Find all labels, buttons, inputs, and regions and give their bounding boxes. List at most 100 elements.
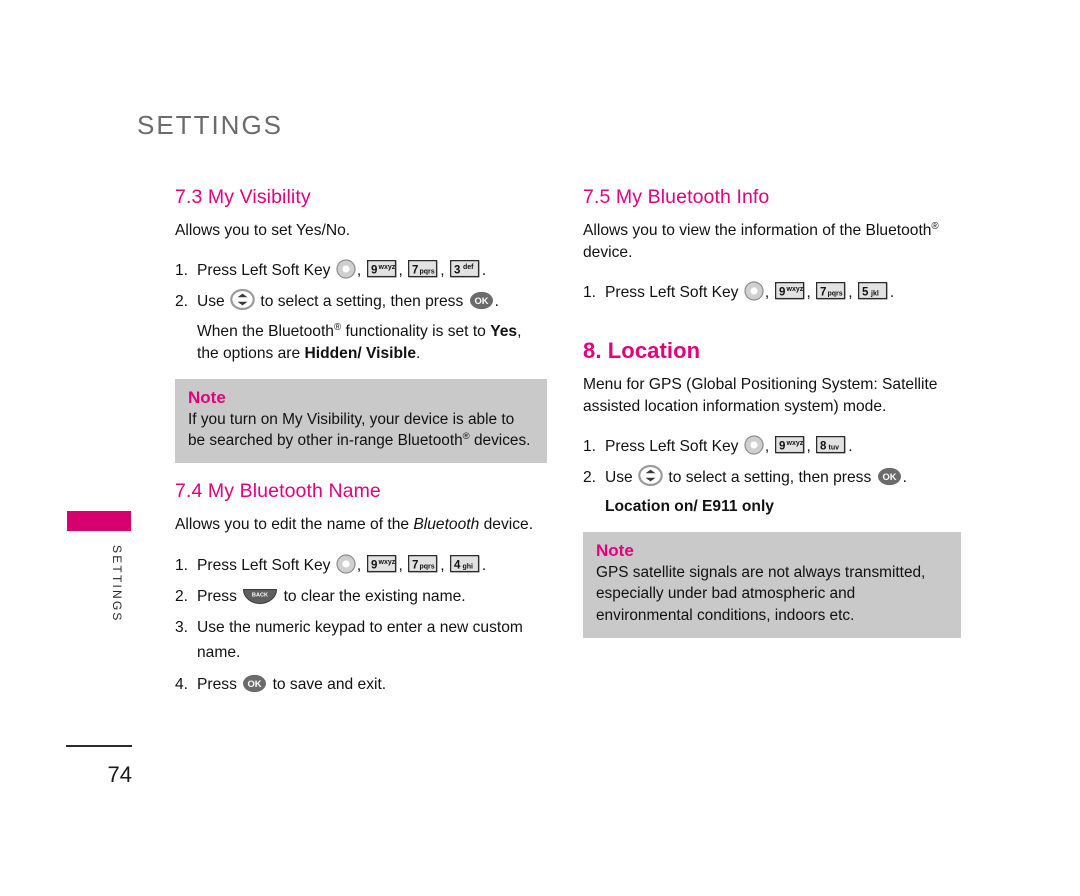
svg-text:9: 9 xyxy=(779,440,785,452)
svg-text:wxyz: wxyz xyxy=(785,286,803,293)
note-box-my-visibility: Note If you turn on My Visibility, your … xyxy=(175,378,547,464)
heading-my-bluetooth-name: 7.4 My Bluetooth Name xyxy=(175,480,381,503)
comma: , xyxy=(398,262,403,280)
svg-text:7: 7 xyxy=(412,559,418,571)
period: . xyxy=(494,293,499,311)
step-text: Press Left Soft Key xyxy=(605,284,739,302)
subnote-a: When the Bluetooth xyxy=(197,322,334,340)
intro-b: device. xyxy=(479,516,534,534)
period: . xyxy=(889,284,895,302)
location-intro: Menu for GPS (Global Positioning System:… xyxy=(583,374,961,418)
value-visible: Visible xyxy=(366,344,417,362)
intro-b: device. xyxy=(583,244,633,262)
side-chapter-label: SETTINGS xyxy=(110,545,124,623)
my-bluetooth-name-step-1: 1. Press Left Soft Key , 9 wxyz , 7 pqrs… xyxy=(175,553,547,578)
step-text-2: to save and exit. xyxy=(272,675,387,693)
step-text: Press xyxy=(197,587,237,605)
location-step-2: 2. Use to select a setting, then press O… xyxy=(583,465,961,490)
svg-text:7: 7 xyxy=(820,287,826,299)
step-text: Press Left Soft Key xyxy=(197,556,331,574)
ok-key-icon: OK xyxy=(469,291,494,310)
svg-text:9: 9 xyxy=(371,559,377,571)
comma: , xyxy=(764,284,770,302)
svg-text:tuv: tuv xyxy=(829,444,840,451)
svg-text:9: 9 xyxy=(371,265,377,277)
my-bluetooth-name-intro: Allows you to edit the name of the Bluet… xyxy=(175,514,547,536)
keypad-key-7-icon: 7 pqrs xyxy=(408,260,439,279)
keypad-key-8-icon: 8 tuv xyxy=(816,435,847,455)
comma: , xyxy=(848,284,853,302)
keypad-key-9-icon: 9 wxyz xyxy=(774,435,806,455)
comma: , xyxy=(440,556,445,574)
keypad-key-5-icon: 5 jkl xyxy=(857,282,889,301)
left-soft-key-icon xyxy=(744,281,764,301)
value-hidden: Hidden xyxy=(304,344,358,362)
note-line-2: especially under bad atmospheric and xyxy=(596,585,856,603)
registered-mark: ® xyxy=(462,431,470,443)
intro-italic: Bluetooth xyxy=(413,516,480,534)
registered-mark: ® xyxy=(931,220,939,232)
svg-text:5: 5 xyxy=(862,287,869,299)
keypad-key-9-icon: 9 wxyz xyxy=(366,554,398,574)
keypad-key-7-icon: 7 pqrs xyxy=(408,554,439,574)
intro-line-2: assisted location information system) mo… xyxy=(583,397,887,415)
back-key-icon: BACK xyxy=(242,587,278,605)
comma: , xyxy=(764,437,770,455)
subnote-c: , xyxy=(517,322,522,340)
heading-my-bluetooth-info: 7.5 My Bluetooth Info xyxy=(583,186,770,208)
svg-text:BACK: BACK xyxy=(252,592,268,598)
step-number: 2. xyxy=(175,587,189,605)
svg-text:wxyz: wxyz xyxy=(377,559,395,566)
step-text-2: to clear the existing name. xyxy=(283,587,466,605)
left-column: 7.3 My Visibility Allows you to set Yes/… xyxy=(175,186,547,703)
manual-page: SETTINGS SETTINGS 74 7.3 My Visibility A… xyxy=(0,0,1080,896)
right-column: 7.5 My Bluetooth Info Allows you to view… xyxy=(583,186,961,638)
period: . xyxy=(902,469,907,487)
note-line-2a: be searched by other in-range Bluetooth xyxy=(188,432,463,450)
comma: , xyxy=(356,262,362,280)
keypad-key-4-icon: 4 ghi xyxy=(449,554,481,574)
intro-a: Allows you to edit the name of the xyxy=(175,516,414,534)
ok-key-icon: OK xyxy=(877,467,902,486)
svg-text:7: 7 xyxy=(412,265,418,277)
subnote-d: the options are xyxy=(197,344,305,362)
comma: , xyxy=(806,437,811,455)
my-bluetooth-name-step-2: 2. Press BACK to clear the existing name… xyxy=(175,584,547,609)
left-soft-key-icon xyxy=(336,553,356,574)
my-visibility-intro: Allows you to set Yes/No. xyxy=(175,222,351,239)
period: . xyxy=(481,262,487,280)
note-title: Note xyxy=(188,387,226,407)
left-soft-key-icon xyxy=(744,435,764,455)
note-line-1: GPS satellite signals are not always tra… xyxy=(596,564,926,582)
period: . xyxy=(481,556,487,574)
note-line-1: If you turn on My Visibility, your devic… xyxy=(188,410,515,428)
step-text-2: name. xyxy=(197,644,241,662)
comma: , xyxy=(440,262,445,280)
navigation-key-icon xyxy=(230,289,255,311)
svg-text:OK: OK xyxy=(882,471,896,482)
note-line-2b: devices. xyxy=(469,432,531,450)
svg-text:wxyz: wxyz xyxy=(785,440,803,447)
location-step-1: 1. Press Left Soft Key , 9 wxyz , 8 tuv … xyxy=(583,434,961,459)
comma: , xyxy=(398,556,403,574)
value-slash: / xyxy=(357,344,367,362)
step-text: Press Left Soft Key xyxy=(197,262,331,280)
my-bluetooth-info-step-1: 1. Press Left Soft Key , 9 wxyz , 7 pqrs… xyxy=(583,280,961,305)
page-title: SETTINGS xyxy=(137,110,284,140)
ok-key-icon: OK xyxy=(242,674,267,693)
step-text-2: to select a setting, then press xyxy=(260,293,464,311)
keypad-key-9-icon: 9 wxyz xyxy=(366,260,398,279)
heading-my-visibility: 7.3 My Visibility xyxy=(175,186,311,208)
keypad-key-7-icon: 7 pqrs xyxy=(816,282,847,301)
step-text: Press Left Soft Key xyxy=(605,437,739,455)
heading-location: 8. Location xyxy=(583,337,701,363)
intro-a: Allows you to view the information of th… xyxy=(583,222,932,239)
note-title: Note xyxy=(596,541,634,561)
svg-text:pqrs: pqrs xyxy=(420,269,435,276)
footer-divider xyxy=(66,745,132,747)
svg-text:ghi: ghi xyxy=(462,563,473,570)
svg-text:jkl: jkl xyxy=(870,291,879,298)
step-text: Use xyxy=(197,293,225,311)
intro-line-1: Menu for GPS (Global Positioning System:… xyxy=(583,375,938,393)
my-bluetooth-name-step-3: 3. Use the numeric keypad to enter a new… xyxy=(175,615,547,666)
